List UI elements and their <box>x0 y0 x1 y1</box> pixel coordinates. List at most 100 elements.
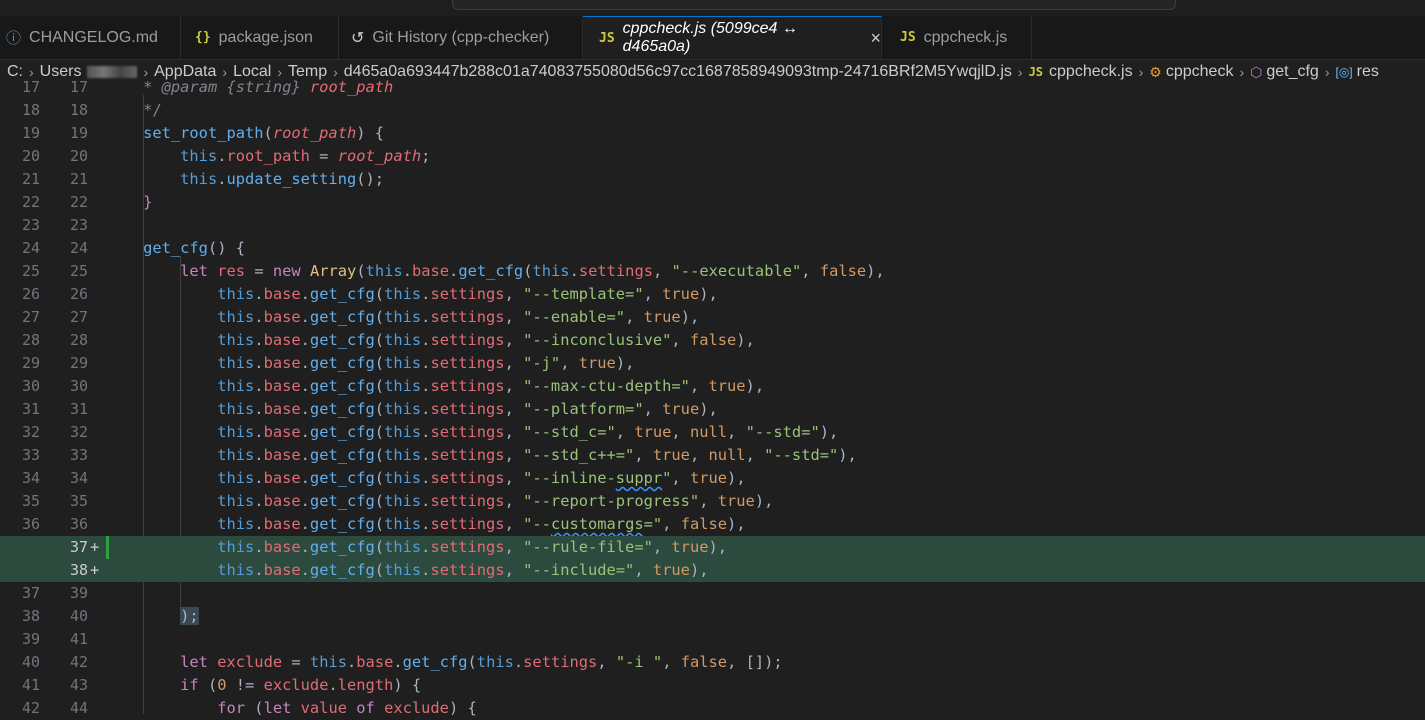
tab-label: cppcheck.js (5099ce4 ↔ d465a0a) <box>622 20 798 55</box>
code-line[interactable]: 31 31 this.base.get_cfg(this.settings, "-… <box>0 398 1425 421</box>
code-token: get_cfg <box>309 469 375 487</box>
code-line[interactable]: 26 26 this.base.get_cfg(this.settings, "-… <box>0 283 1425 306</box>
code-token: this <box>217 331 255 349</box>
code-line[interactable]: 21 21 this.update_setting(); <box>0 168 1425 191</box>
code-token: , <box>504 400 524 418</box>
code-line[interactable]: 23 23 <box>0 214 1425 237</box>
line-number-original: 30 <box>21 377 40 395</box>
code-line[interactable]: 36 36 this.base.get_cfg(this.settings, "-… <box>0 513 1425 536</box>
code-line[interactable]: 35 35 this.base.get_cfg(this.settings, "-… <box>0 490 1425 513</box>
code-token: ( <box>198 676 218 694</box>
tab-package-json[interactable]: {} package.json <box>181 16 339 59</box>
code-token: base <box>263 308 301 326</box>
code-token: this <box>384 308 422 326</box>
code-token: value <box>291 699 357 717</box>
code-line[interactable]: 38 + this.base.get_cfg(this.settings, "--… <box>0 559 1425 582</box>
code-editor[interactable]: 17 17 * @param {string} root_path 18 18 */1… <box>0 78 1425 717</box>
code-token: this <box>384 331 422 349</box>
code-line[interactable]: 22 22 } <box>0 191 1425 214</box>
code-token: true <box>643 308 681 326</box>
line-number-modified: 27 <box>69 308 88 326</box>
code-line[interactable]: 34 34 this.base.get_cfg(this.settings, "-… <box>0 467 1425 490</box>
code-token: this <box>217 308 255 326</box>
code-text: let exclude = this.base.get_cfg(this.set… <box>106 651 783 674</box>
line-number-modified: 35 <box>69 492 88 510</box>
line-number-modified: 40 <box>69 607 88 625</box>
tab-label: cppcheck.js <box>923 28 1008 46</box>
line-number-original: 41 <box>21 676 40 694</box>
tab-changelog[interactable]: ⓘ CHANGELOG.md <box>0 16 181 59</box>
code-line[interactable]: 29 29 this.base.get_cfg(this.settings, "-… <box>0 352 1425 375</box>
code-token: ( <box>374 377 385 395</box>
code-token: base <box>263 492 301 510</box>
code-token: "--include=" <box>523 561 635 579</box>
line-number-original: 33 <box>21 446 40 464</box>
tab-git-history[interactable]: ↺ Git History (cpp-checker) <box>339 16 583 59</box>
code-token: this <box>384 400 422 418</box>
line-number-original: 24 <box>21 239 40 257</box>
code-line[interactable]: 33 33 this.base.get_cfg(this.settings, "-… <box>0 444 1425 467</box>
code-token: , <box>504 515 524 533</box>
code-line[interactable]: 37 + this.base.get_cfg(this.settings, "--… <box>0 536 1425 559</box>
code-token: length <box>337 676 394 694</box>
code-token: ( <box>374 469 385 487</box>
code-token: settings <box>430 377 505 395</box>
code-token: settings <box>430 331 505 349</box>
code-text: this.base.get_cfg(this.settings, "--enab… <box>106 306 699 329</box>
code-text: this.base.get_cfg(this.settings, "--plat… <box>106 398 718 421</box>
code-token: Array <box>309 262 357 280</box>
code-token: ( <box>467 653 477 671</box>
info-circle-icon: ⓘ <box>6 30 22 47</box>
code-token: ( <box>374 285 385 303</box>
close-icon[interactable]: × <box>870 28 881 49</box>
command-center[interactable] <box>452 0 1176 10</box>
code-token: res <box>217 262 246 280</box>
code-token: base <box>263 446 301 464</box>
code-token: "-j" <box>523 354 561 372</box>
code-line[interactable]: 24 24 get_cfg() { <box>0 237 1425 260</box>
code-line[interactable]: 28 28 this.base.get_cfg(this.settings, "-… <box>0 329 1425 352</box>
code-token: . <box>217 147 227 165</box>
code-line[interactable]: 40 42 let exclude = this.base.get_cfg(thi… <box>0 651 1425 674</box>
code-token: . <box>254 285 264 303</box>
code-line[interactable]: 17 17 * @param {string} root_path <box>0 76 1425 99</box>
line-number-modified: 30 <box>69 377 88 395</box>
line-number-original: 40 <box>21 653 40 671</box>
code-token: false <box>689 331 737 349</box>
tab-cppcheck[interactable]: JS cppcheck.js <box>882 16 1032 59</box>
code-line[interactable]: 41 43 if (0 != exclude.length) { <box>0 674 1425 697</box>
code-line[interactable]: 39 41 <box>0 628 1425 651</box>
line-number-original: 25 <box>21 262 40 280</box>
code-token: base <box>263 400 301 418</box>
code-token: ( <box>374 331 385 349</box>
code-line[interactable]: 37 39 <box>0 582 1425 605</box>
code-text: for (let value of exclude) { <box>106 697 477 720</box>
code-line[interactable]: 30 30 this.base.get_cfg(this.settings, "-… <box>0 375 1425 398</box>
tab-cppcheck-diff[interactable]: JS cppcheck.js (5099ce4 ↔ d465a0a) × <box>583 16 882 59</box>
code-token: ), <box>615 354 635 372</box>
code-token: . <box>300 469 310 487</box>
code-token: . <box>254 423 264 441</box>
code-text: get_cfg() { <box>106 237 245 260</box>
code-line[interactable]: 19 19 set_root_path(root_path) { <box>0 122 1425 145</box>
code-line[interactable]: 25 25 let res = new Array(this.base.get_c… <box>0 260 1425 283</box>
code-token: this <box>217 561 255 579</box>
code-token: ; <box>421 147 431 165</box>
code-token: ) { <box>356 124 385 142</box>
code-token: , <box>727 423 746 441</box>
code-line[interactable]: 32 32 this.base.get_cfg(this.settings, "-… <box>0 421 1425 444</box>
line-number-modified: 28 <box>69 331 88 349</box>
code-token: . <box>254 308 264 326</box>
code-token: get_cfg <box>309 354 375 372</box>
code-line[interactable]: 27 27 this.base.get_cfg(this.settings, "-… <box>0 306 1425 329</box>
code-token: settings <box>430 561 505 579</box>
code-line[interactable]: 18 18 */ <box>0 99 1425 122</box>
code-token: , <box>504 285 524 303</box>
code-line[interactable]: 42 44 for (let value of exclude) { <box>0 697 1425 720</box>
code-line[interactable]: 20 20 this.root_path = root_path; <box>0 145 1425 168</box>
line-number-modified: 19 <box>69 124 88 142</box>
code-line[interactable]: 38 40 ); <box>0 605 1425 628</box>
code-token: . <box>300 538 310 556</box>
code-token: ); <box>180 607 199 625</box>
code-text: this.base.get_cfg(this.settings, "--std_… <box>106 421 838 444</box>
